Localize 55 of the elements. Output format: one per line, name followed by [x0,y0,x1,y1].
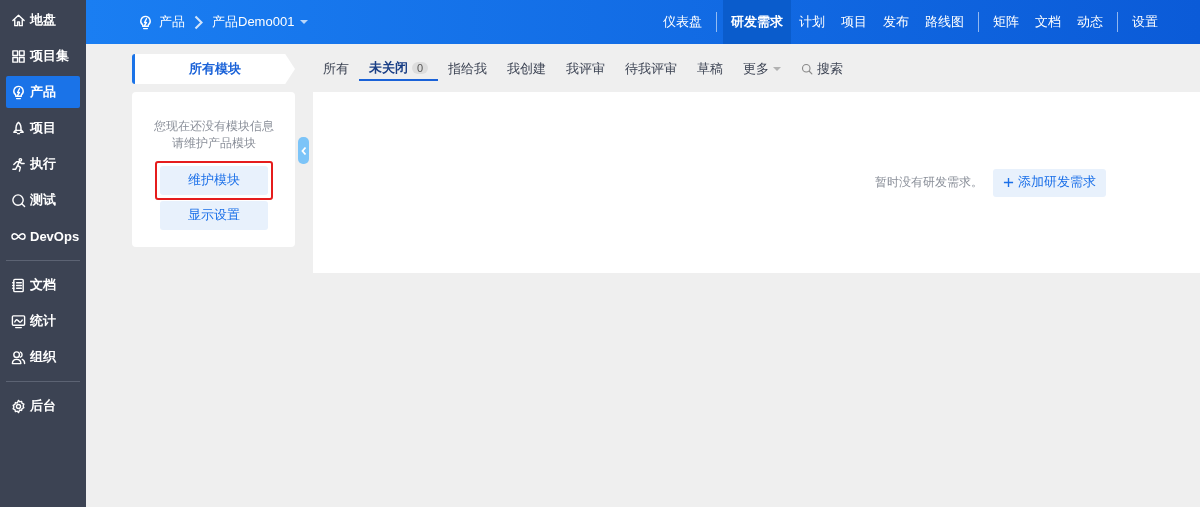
count-badge: 0 [412,62,429,74]
sidebar-item[interactable]: 组织 [6,341,80,373]
nav-tab[interactable]: 研发需求 [723,0,791,44]
sidebar-item[interactable]: 测试 [6,184,80,216]
sidebar-item[interactable]: 项目 [6,112,80,144]
sidebar-item[interactable]: 执行 [6,148,80,180]
sidebar-item[interactable]: 项目集 [6,40,80,72]
nav-tab[interactable]: 路线图 [917,0,972,44]
search-icon [801,63,814,75]
filter-tab[interactable]: 未关闭 0 [359,57,439,81]
search-button[interactable]: 搜索 [791,54,854,84]
document-icon [11,277,26,293]
more-dropdown[interactable]: 更多 [733,54,792,84]
sidebar-item[interactable]: 地盘 [6,4,80,36]
module-button[interactable]: 维护模块 [159,166,268,195]
nav-tab[interactable]: 文档 [1027,0,1069,44]
nav-tab[interactable]: 项目 [833,0,875,44]
nav-tab[interactable]: 设置 [1124,0,1166,44]
monitor-icon [11,313,26,329]
nav-tab[interactable]: 矩阵 [985,0,1027,44]
filter-tab[interactable]: 待我评审 [615,54,688,84]
filter-tab[interactable]: 指给我 [438,54,498,84]
nav-tab[interactable]: 仪表盘 [655,0,710,44]
filter-tab[interactable]: 我创建 [497,54,557,84]
lightbulb-icon [138,14,153,30]
collapse-handle[interactable] [298,137,309,164]
filter-tab[interactable]: 草稿 [687,54,734,84]
sidebar-item[interactable]: DevOps [6,220,80,252]
module-tab[interactable]: 所有模块 [132,54,295,84]
search-icon [11,192,26,208]
grid-icon [11,48,26,64]
sidebar-item[interactable]: 产品 [6,76,80,108]
people-icon [11,349,26,365]
caret-icon [300,20,309,24]
nav-tab[interactable]: 计划 [791,0,833,44]
sidebar-item[interactable]: 后台 [6,390,80,422]
sidebar-item[interactable]: 文档 [6,269,80,301]
add-button[interactable]: 添加研发需求 [993,168,1106,197]
caret-icon [773,67,782,71]
filter-tab[interactable]: 我评审 [556,54,616,84]
plus-icon [1003,177,1014,188]
filter-tab[interactable]: 所有 [313,54,359,84]
nav-tab[interactable]: 动态 [1069,0,1111,44]
lightbulb-icon [11,84,26,100]
runner-icon [11,156,26,172]
home-icon [11,12,26,28]
module-button[interactable]: 显示设置 [159,201,268,230]
gear-icon [11,398,26,414]
rocket-icon [11,120,26,136]
sidebar-item[interactable]: 统计 [6,305,80,337]
breadcrumb-link[interactable]: 产品 [159,13,185,31]
empty-message: 暂时没有研发需求。 [875,174,983,191]
product-selector[interactable]: 产品Demo001 [212,13,295,31]
empty-message: 您现在还没有模块信息 请维护产品模块 [153,118,274,152]
nav-tab[interactable]: 发布 [875,0,917,44]
